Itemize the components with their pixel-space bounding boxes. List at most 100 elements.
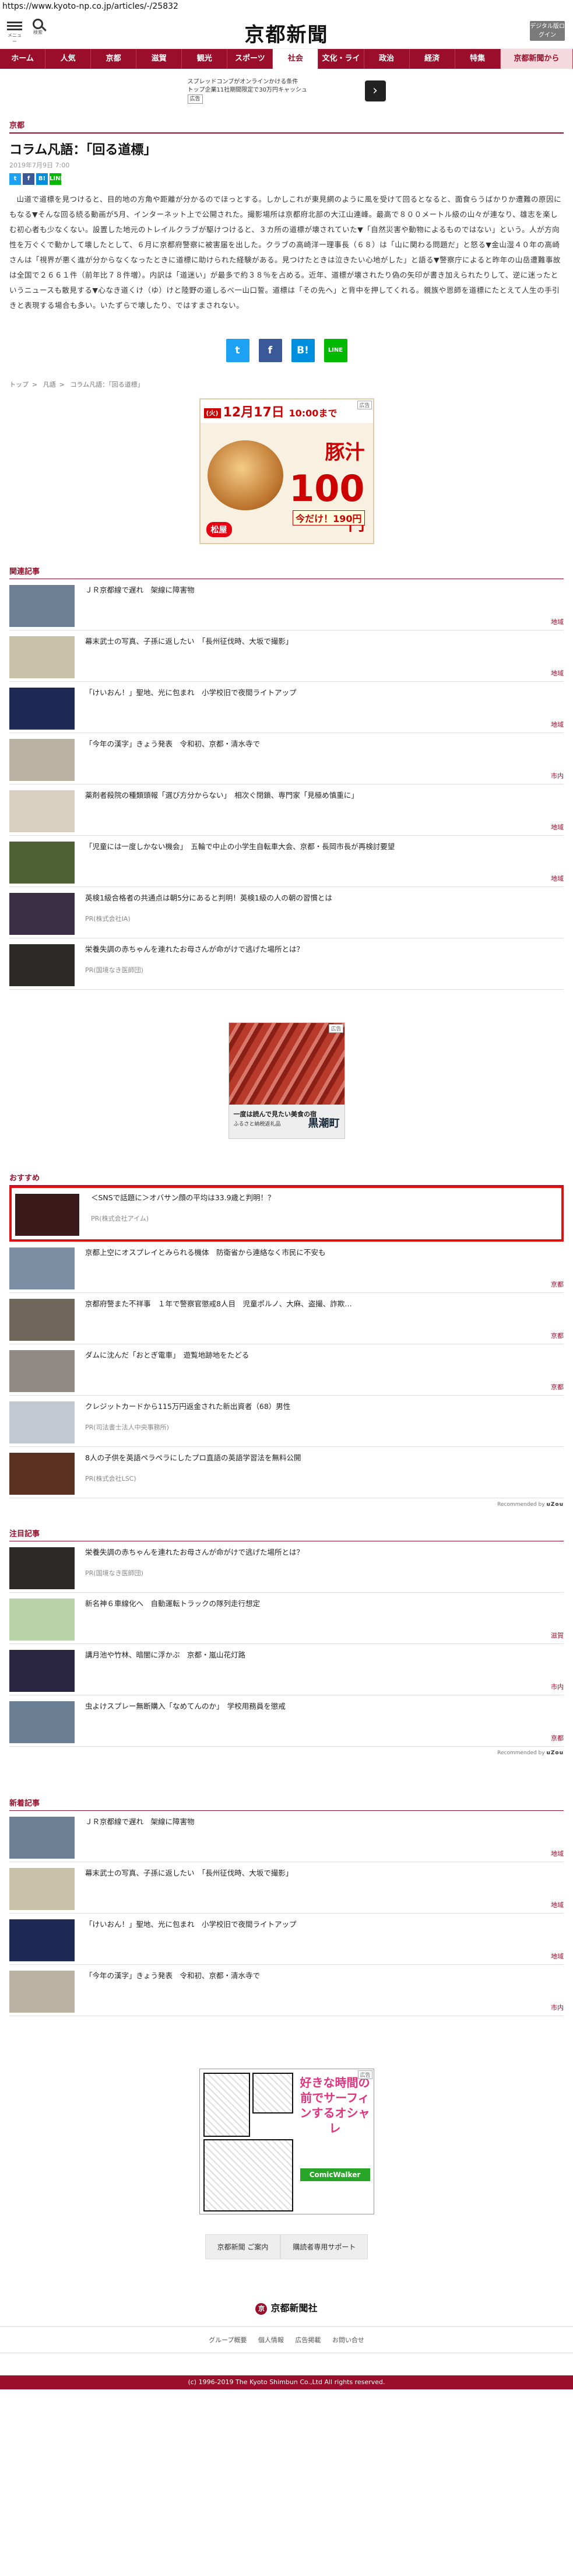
twitter-share-icon[interactable]: t [9,173,21,185]
line-share-icon[interactable]: LINE [50,173,64,185]
nav-politics[interactable]: 政治 [364,49,410,69]
top-text-ad[interactable]: スプレッドコンブがオンラインかける条件 トップ企業11社期間限定で30万円キャッ… [187,78,386,105]
comic-ad[interactable]: 好きな時間の前でサーフィンするオシャレ ComicWalker 広告 [199,2069,374,2214]
list-item[interactable]: 英検1級合格者の共通点は朝5分にあると判明！英検1級の人の朝の習慣とは PR(株式… [9,887,564,938]
nav-from-kyoto[interactable]: 京都新聞から [500,49,573,69]
list-item[interactable]: 「けいおん！」聖地、光に包まれ 小学校旧で夜間ライトアップ 地域 [9,682,564,733]
footer-logo[interactable]: 京京都新聞社 [0,2300,573,2315]
footer-link-privacy[interactable]: 個人情報 [258,2336,284,2344]
item-category[interactable]: 市内 [551,2003,564,2012]
item-title: 栄養失調の赤ちゃんを連れたお母さんが命がけで逃げた場所とは？ [85,945,304,954]
list-item[interactable]: 栄養失調の赤ちゃんを連れたお母さんが命がけで逃げた場所とは？ PR(国境なき医師団… [9,938,564,990]
item-category[interactable]: 京都 [551,1280,564,1289]
shinchaku-list: ＪＲ京都線で遅れ 架線に障害物 地域 幕末武士の写真、子孫に返したい 「長州征伐時、… [9,1811,564,2016]
list-item[interactable]: 虫よけスプレー無断購入「なめてんのか」 学校用務員を懲戒 京都 [9,1695,564,1747]
ad-date-label: (火) [203,408,221,418]
nav-shiga[interactable]: 滋賀 [136,49,182,69]
nav-sports[interactable]: スポーツ [227,49,273,69]
chumoku-list: 栄養失調の赤ちゃんを連れたお母さんが命がけで逃げた場所とは？ PR(国境なき医師団… [9,1541,564,1747]
list-item[interactable]: 京都上空にオスプレイとみられる機体 防衛省から連絡なく市民に不安も 京都 [9,1242,564,1293]
thumbnail-image [9,1401,75,1443]
list-item[interactable]: 講月池や竹林、暗闇に浮かぶ 京都・嵐山花灯路 市内 [9,1644,564,1695]
item-title: 「けいおん！」聖地、光に包まれ 小学校旧で夜間ライトアップ [85,1920,297,1929]
list-item[interactable]: 8人の子供を英語ペラペラにしたプロ直語の英語学習法を無料公開 PR(株式会社LSC… [9,1447,564,1498]
item-title: 英検1級合格者の共通点は朝5分にあると判明！英検1級の人の朝の習慣とは [85,893,332,902]
footer-link-ads[interactable]: 広告掲載 [295,2336,321,2344]
list-item[interactable]: 「児童には一度しかない機会」 五輪で中止の小学生自転車大会、京都・長岡市長が再検… [9,836,564,887]
list-item[interactable]: ダムに沈んだ「おとぎ電車」 遊覧地跡地をたどる 京都 [9,1344,564,1396]
matsuya-ad[interactable]: (火)12月17日 10:00まで 豚汁 100円 今だけ！190円 松屋 広告 [199,398,374,544]
footer-link-contact[interactable]: お問い合せ [332,2336,364,2344]
item-category[interactable]: 地域 [551,1849,564,1858]
nav-tourism[interactable]: 観光 [182,49,228,69]
footer-link-group[interactable]: グループ概要 [209,2336,247,2344]
list-item[interactable]: ＪＲ京都線で遅れ 架線に障害物 地域 [9,579,564,630]
twitter-share-icon[interactable]: t [226,339,249,362]
list-item[interactable]: 「今年の漢字」きょう発表 令和初、京都・清水寺で 市内 [9,733,564,784]
hatena-share-icon[interactable]: B! [36,173,48,185]
item-category[interactable]: 地域 [551,617,564,626]
item-category[interactable]: 京都 [551,1733,564,1743]
nav-culture[interactable]: 文化・ライフ [318,49,364,83]
facebook-share-icon[interactable]: f [258,339,282,362]
breadcrumb-category[interactable]: 凡語 [43,381,56,388]
list-item[interactable]: 「今年の漢字」きょう発表 令和初、京都・清水寺で 市内 [9,1965,564,2016]
ad-brand: ComicWalker [300,2168,370,2181]
nav-kyoto[interactable]: 京都 [91,49,137,69]
item-title: ＪＲ京都線で遅れ 架線に障害物 [85,1817,195,1826]
list-item[interactable]: クレジットカードから115万円返金された新出資者（68）男性 PR(司法書士法人中… [9,1396,564,1447]
thumbnail-image [9,893,75,935]
item-sponsor: PR(株式会社LSC) [85,1475,136,1482]
item-category[interactable]: 地域 [551,668,564,678]
hatena-share-icon[interactable]: B! [291,339,315,362]
item-category[interactable]: 地域 [551,1900,564,1909]
url-bar[interactable]: https://www.kyoto-np.co.jp/articles/-/25… [0,0,573,13]
list-item[interactable]: 京都府警また不祥事 １年で警察官懲戒8人目 児童ポルノ、大麻、盗撮、詐欺… 京都 [9,1293,564,1344]
osusume-list: ＜SNSで話題に＞オバサン顔の平均は33.9歳と判明！？ PR(株式会社アイム) 京… [9,1186,564,1498]
kyoto-logo-icon: 京 [255,2302,268,2315]
thumbnail-image [9,1547,75,1589]
thumbnail-image [9,1453,75,1495]
item-category[interactable]: 滋賀 [551,1631,564,1640]
item-category[interactable]: 地域 [551,822,564,832]
nav-home[interactable]: ホーム [0,49,46,69]
site-logo[interactable]: 京都新聞 [0,19,573,47]
list-item[interactable]: 新名神６車線化へ 自動運転トラックの隊列走行想定 滋賀 [9,1593,564,1644]
subscriber-support-button[interactable]: 購読者専用サポート [280,2234,368,2259]
list-item[interactable]: 「けいおん！」聖地、光に包まれ 小学校旧で夜間ライトアップ地域 [9,1913,564,1965]
thumbnail-image [9,944,75,986]
item-category[interactable]: 地域 [551,874,564,883]
subscribe-info-button[interactable]: 京都新聞 ご案内 [205,2234,281,2259]
list-item[interactable]: ＪＲ京都線で遅れ 架線に障害物地域 [9,1811,564,1862]
list-item[interactable]: 薬剤者殺院の種類頭報「選び方分からない」 相次ぐ閉鎖、専門家「見極め慎重に」 地域 [9,784,564,836]
recommended-by[interactable]: Recommended by uZou [9,1502,564,1508]
item-category[interactable]: 市内 [551,771,564,780]
facebook-share-icon[interactable]: f [23,173,34,185]
ad-tag: 広告 [329,1024,343,1033]
recommended-by[interactable]: Recommended by uZou [9,1750,564,1756]
list-item[interactable]: 幕末武士の写真、子孫に返したい 「長州征伐時、大坂で撮影」地域 [9,630,564,682]
item-category[interactable]: 市内 [551,1682,564,1691]
top-ad-line2: トップ企業11社期間限定で30万円キャッシュ [187,87,307,93]
comic-panel [252,2073,293,2114]
item-category[interactable]: 地域 [551,720,564,729]
digital-login-button[interactable]: デジタル版ログイン [530,21,565,41]
list-item[interactable]: ＜SNSで話題に＞オバサン顔の平均は33.9歳と判明！？ PR(株式会社アイム) [9,1186,564,1242]
kuroshio-ad[interactable]: 一度は読んで見たい美食の宿 ふるさと納税返礼品 黒潮町 広告 [228,1022,345,1139]
list-item[interactable]: 栄養失調の赤ちゃんを連れたお母さんが命がけで逃げた場所とは？ PR(国境なき医師団… [9,1541,564,1593]
nav-popular[interactable]: 人気 [45,49,92,69]
nav-economy[interactable]: 経済 [410,49,455,69]
nav-society[interactable]: 社会 [273,49,319,69]
nav-special[interactable]: 特集 [455,49,501,69]
breadcrumb-top[interactable]: トップ [9,381,29,388]
item-title: 幕末武士の写真、子孫に返したい 「長州征伐時、大坂で撮影」 [85,637,293,646]
item-category[interactable]: 京都 [551,1382,564,1392]
line-share-icon[interactable]: LINE [324,339,347,362]
item-category[interactable]: 京都 [551,1331,564,1340]
list-item[interactable]: 幕末武士の写真、子孫に返したい 「長州征伐時、大坂で撮影」 地域 [9,1862,564,1913]
item-category[interactable]: 地域 [551,1951,564,1961]
thumbnail-image [9,1650,75,1692]
chevron-right-icon[interactable]: › [364,80,386,101]
item-sponsor: PR(国境なき医師団) [85,966,143,974]
article-section-label[interactable]: 京都 [9,119,564,132]
